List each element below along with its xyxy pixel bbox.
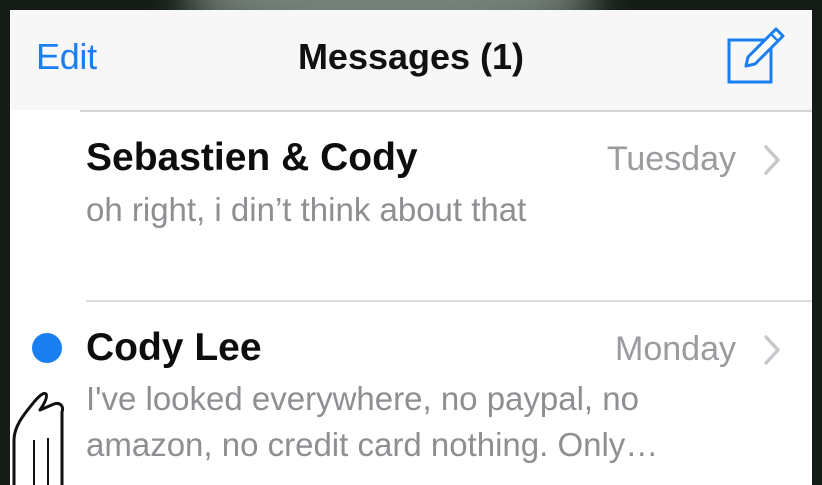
message-preview: I've looked everywhere, no paypal, no am…: [86, 380, 659, 463]
contact-name: Sebastien & Cody: [86, 136, 418, 179]
unread-indicator: [32, 333, 62, 363]
conversation-row[interactable]: Sebastien & Cody Tuesday oh right, i din…: [10, 112, 812, 302]
chevron-right-icon: [764, 335, 780, 365]
messages-screen: Edit Messages (1) Sebastien & Cody Tuesd…: [10, 10, 812, 485]
navigation-bar: Edit Messages (1): [10, 10, 812, 110]
message-date: Tuesday: [606, 140, 736, 178]
chevron-right-icon: [764, 145, 780, 175]
message-date: Monday: [615, 330, 736, 368]
message-preview: oh right, i din’t think about that: [86, 191, 527, 228]
compose-icon[interactable]: [726, 24, 786, 86]
contact-name: Cody Lee: [86, 326, 262, 369]
hand-cursor-icon: [12, 391, 64, 485]
page-title: Messages (1): [297, 36, 525, 77]
conversation-row[interactable]: Cody Lee Monday I've looked everywhere, …: [10, 302, 812, 485]
